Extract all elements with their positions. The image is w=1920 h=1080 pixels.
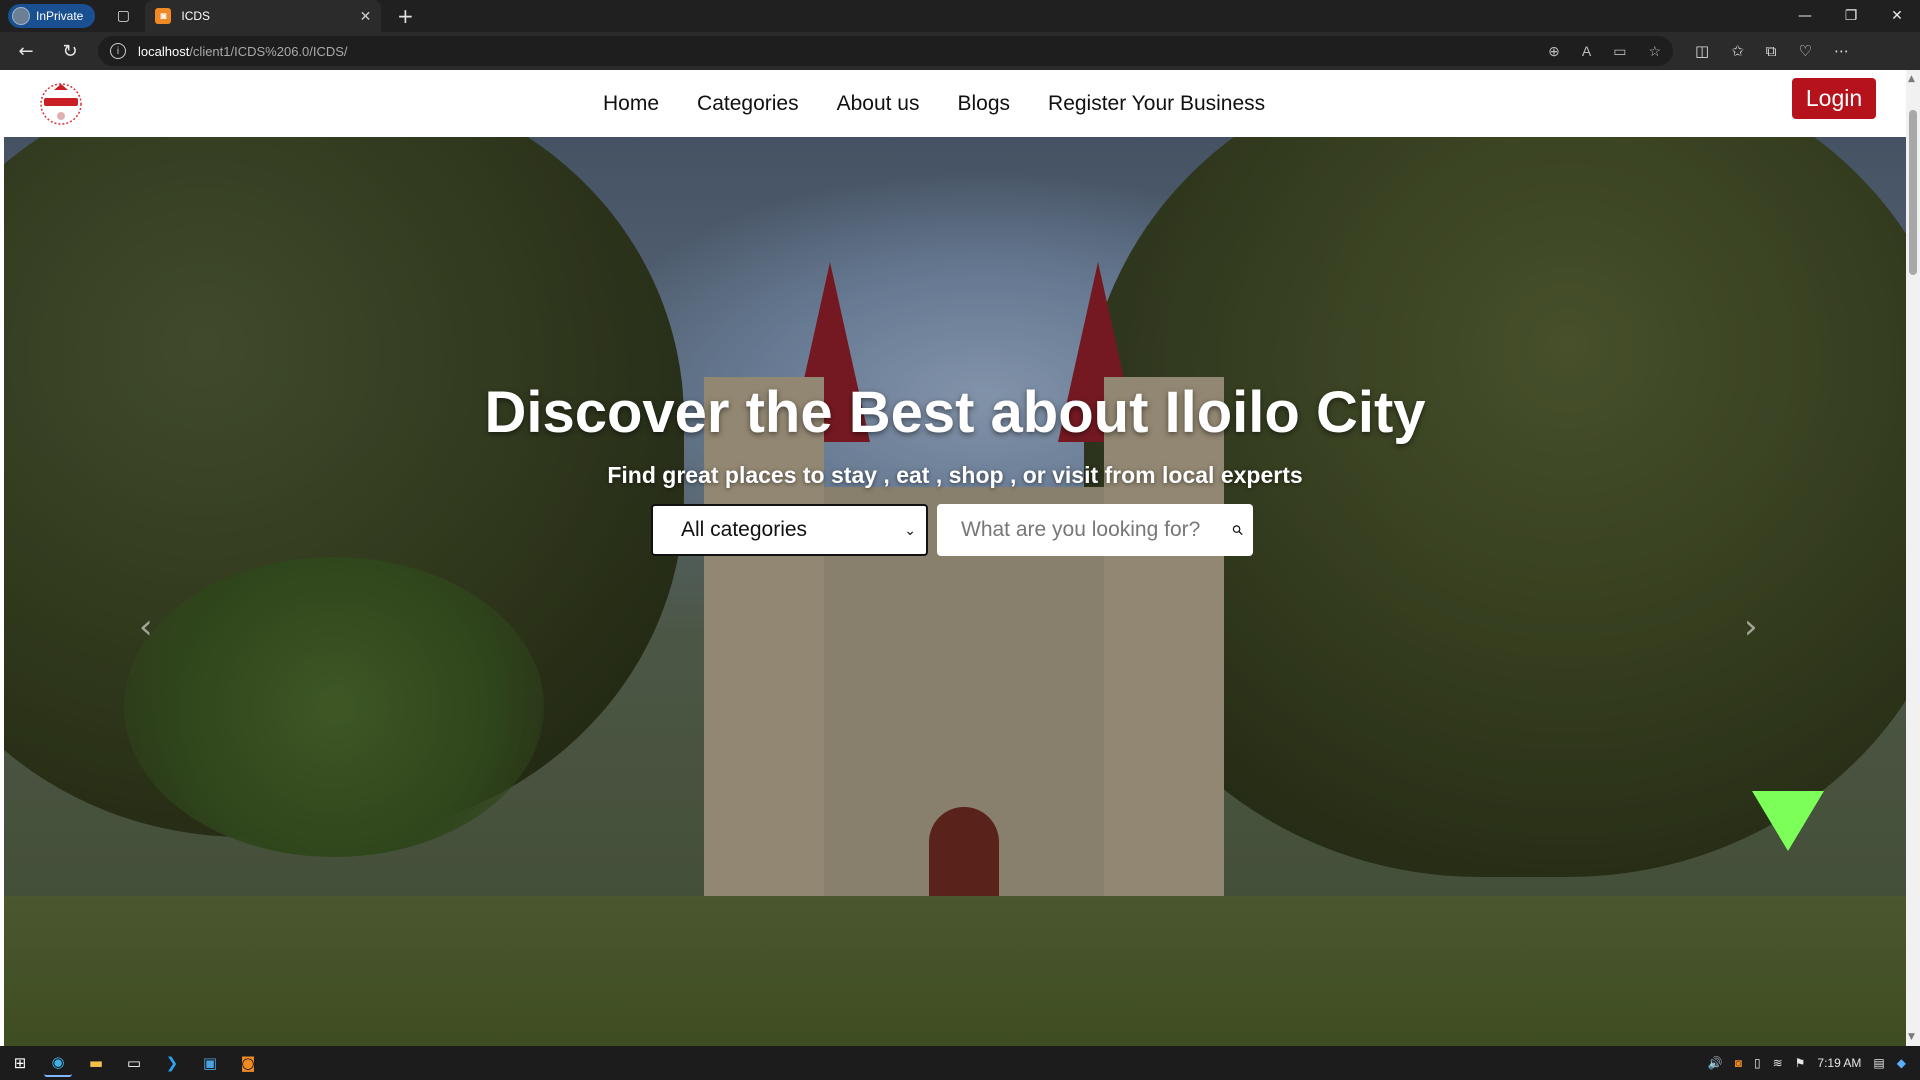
edge-browser-icon[interactable]: ◉ bbox=[44, 1049, 72, 1077]
favorites-icon[interactable]: ✩ bbox=[1731, 42, 1744, 60]
nav-blogs-link[interactable]: Blogs bbox=[958, 84, 1011, 124]
immersive-reader-icon[interactable]: ▭ bbox=[1613, 43, 1626, 60]
inprivate-label: InPrivate bbox=[36, 9, 84, 23]
category-select-value: All categories bbox=[681, 518, 808, 541]
iloilo-city-logo[interactable] bbox=[36, 78, 86, 128]
tab-title: ICDS bbox=[181, 9, 211, 23]
photos-icon[interactable]: ▣ bbox=[196, 1049, 224, 1077]
profile-avatar-icon bbox=[12, 7, 30, 25]
search-input[interactable] bbox=[961, 518, 1232, 542]
zoom-icon[interactable]: ⊕ bbox=[1548, 43, 1560, 60]
browser-tab-bar: InPrivate ▢ ◙ ICDS ✕ + — ❐ ✕ bbox=[0, 0, 1920, 32]
carousel-prev-icon[interactable]: ‹ bbox=[139, 607, 153, 647]
tab-actions-icon[interactable]: ▢ bbox=[109, 2, 137, 30]
split-screen-icon[interactable]: ◫ bbox=[1695, 42, 1709, 60]
site-header: Home Categories About us Blogs Register … bbox=[4, 70, 1906, 137]
hero-content: Discover the Best about Iloilo City Find… bbox=[4, 137, 1906, 1046]
scrollbar-thumb[interactable] bbox=[1909, 110, 1917, 275]
login-button[interactable]: Login bbox=[1792, 78, 1876, 119]
url-path: /client1/ICDS%206.0/ICDS/ bbox=[189, 43, 348, 59]
restore-window-icon[interactable]: ❐ bbox=[1828, 8, 1874, 24]
volume-icon[interactable]: 🔊 bbox=[1708, 1056, 1723, 1070]
new-tab-icon[interactable]: + bbox=[391, 4, 419, 28]
browser-tab-active[interactable]: ◙ ICDS ✕ bbox=[145, 0, 382, 32]
terminal-icon[interactable]: ▭ bbox=[120, 1049, 148, 1077]
inprivate-badge[interactable]: InPrivate bbox=[8, 4, 96, 28]
wifi-icon[interactable]: ≋ bbox=[1773, 1056, 1783, 1070]
more-menu-icon[interactable]: ⋯ bbox=[1834, 42, 1849, 60]
browser-essentials-icon[interactable]: ♡ bbox=[1798, 42, 1811, 60]
refresh-icon[interactable]: ↻ bbox=[52, 35, 88, 67]
battery-icon[interactable]: ▯ bbox=[1754, 1056, 1761, 1070]
file-explorer-icon[interactable]: ▬ bbox=[82, 1049, 110, 1077]
site-favicon-icon: ◙ bbox=[155, 8, 172, 24]
search-form: All categories ⌄ bbox=[651, 504, 1253, 556]
url-bar[interactable]: i localhost /client1/ICDS%206.0/ICDS/ ⊕ … bbox=[98, 36, 1673, 66]
hero-carousel: Discover the Best about Iloilo City Find… bbox=[4, 137, 1906, 1046]
main-menu: Home Categories About us Blogs Register … bbox=[603, 84, 1265, 124]
site-info-icon[interactable]: i bbox=[110, 43, 126, 59]
tray-app-icon[interactable]: ◙ bbox=[1735, 1056, 1742, 1070]
close-window-icon[interactable]: ✕ bbox=[1874, 8, 1920, 24]
search-icon[interactable] bbox=[1232, 516, 1243, 544]
url-host: localhost bbox=[138, 43, 190, 59]
nav-register-business-link[interactable]: Register Your Business bbox=[1048, 84, 1265, 124]
page-viewport: Home Categories About us Blogs Register … bbox=[0, 70, 1920, 1046]
address-toolbar: ← ↻ i localhost /client1/ICDS%206.0/ICDS… bbox=[0, 32, 1920, 70]
start-menu-icon[interactable]: ⊞ bbox=[6, 1049, 34, 1077]
system-tray: 🔊 ◙ ▯ ≋ ⚑ 7:19 AM ▤ ◆ bbox=[1708, 1056, 1906, 1070]
category-select[interactable]: All categories ⌄ bbox=[651, 504, 928, 556]
minimize-window-icon[interactable]: — bbox=[1782, 8, 1828, 24]
read-aloud-icon[interactable]: A bbox=[1582, 43, 1591, 60]
security-icon[interactable]: ⚑ bbox=[1795, 1056, 1806, 1070]
copilot-icon[interactable]: ◆ bbox=[1897, 1056, 1906, 1070]
hero-title: Discover the Best about Iloilo City bbox=[484, 380, 1426, 445]
search-box[interactable] bbox=[937, 504, 1253, 556]
nav-home-link[interactable]: Home bbox=[603, 84, 659, 124]
nav-about-link[interactable]: About us bbox=[837, 84, 920, 124]
favorite-star-icon[interactable]: ☆ bbox=[1648, 43, 1661, 60]
scroll-up-icon[interactable]: ▲ bbox=[1908, 74, 1915, 84]
carousel-next-icon[interactable]: › bbox=[1744, 607, 1758, 647]
collections-icon[interactable]: ⧉ bbox=[1766, 42, 1777, 60]
hero-subtitle: Find great places to stay , eat , shop ,… bbox=[607, 462, 1303, 488]
os-taskbar: ⊞ ◉ ▬ ▭ ❯ ▣ ◙ 🔊 ◙ ▯ ≋ ⚑ 7:19 AM ▤ ◆ bbox=[0, 1046, 1920, 1080]
xampp-icon[interactable]: ◙ bbox=[234, 1049, 262, 1077]
close-tab-icon[interactable]: ✕ bbox=[360, 8, 372, 25]
chevron-down-icon: ⌄ bbox=[904, 521, 916, 538]
scroll-down-arrow-icon[interactable] bbox=[1752, 791, 1824, 851]
vscode-icon[interactable]: ❯ bbox=[158, 1049, 186, 1077]
scroll-down-icon[interactable]: ▼ bbox=[1908, 1032, 1915, 1042]
nav-categories-link[interactable]: Categories bbox=[697, 84, 799, 124]
taskbar-clock[interactable]: 7:19 AM bbox=[1817, 1056, 1861, 1070]
notifications-icon[interactable]: ▤ bbox=[1873, 1056, 1884, 1070]
back-icon[interactable]: ← bbox=[8, 35, 44, 67]
page-scrollbar[interactable]: ▲ ▼ bbox=[1906, 70, 1920, 1046]
